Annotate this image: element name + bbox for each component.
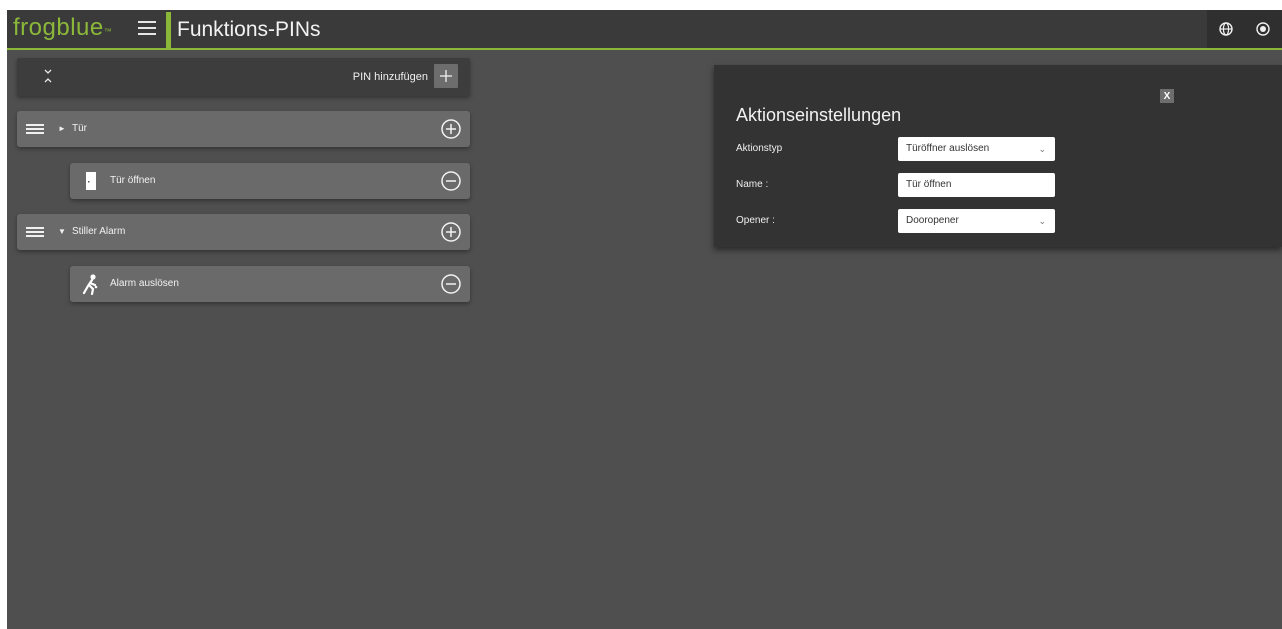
action-item-tuer-oeffnen[interactable]: Tür öffnen: [70, 163, 470, 199]
collapse-caret-icon[interactable]: ▼: [58, 227, 66, 236]
action-label: Alarm auslösen: [110, 278, 179, 289]
header-bar: frogblue™ Funktions-PINs: [7, 10, 1282, 50]
opener-value: Dooropener: [906, 215, 959, 226]
title-accent-bar: [166, 12, 171, 48]
aktionstyp-select[interactable]: Türöffner auslösen ⌄: [898, 137, 1055, 161]
logo: frogblue™: [13, 14, 112, 42]
circle-plus-icon[interactable]: [440, 118, 462, 140]
drag-handle-icon[interactable]: [26, 227, 44, 237]
add-pin-label: PIN hinzufügen: [352, 71, 428, 83]
chevron-down-icon: ⌄: [1038, 144, 1046, 154]
alarm-person-icon: [80, 273, 102, 296]
field-label-opener: Opener :: [736, 215, 775, 226]
globe-icon[interactable]: [1217, 20, 1235, 38]
menu-icon[interactable]: [138, 21, 156, 37]
name-value: Tür öffnen: [906, 179, 952, 190]
field-label-aktionstyp: Aktionstyp: [736, 143, 783, 154]
pin-group-tuer[interactable]: ► Tür: [17, 111, 470, 147]
logo-text: frogblue: [13, 14, 104, 41]
circle-plus-icon[interactable]: [440, 221, 462, 243]
pin-group-label: Stiller Alarm: [72, 226, 126, 237]
settings-title: Aktionseinstellungen: [736, 105, 902, 125]
action-label: Tür öffnen: [110, 175, 156, 186]
circle-minus-icon[interactable]: [440, 273, 462, 295]
action-item-alarm-ausloesen[interactable]: Alarm auslösen: [70, 266, 470, 302]
header-actions: [1207, 10, 1282, 48]
name-input[interactable]: Tür öffnen: [898, 173, 1055, 197]
door-icon: [85, 171, 97, 191]
add-pin-button[interactable]: [434, 64, 458, 88]
logo-trademark: ™: [103, 27, 113, 36]
drag-handle-icon[interactable]: [26, 124, 44, 134]
opener-select[interactable]: Dooropener ⌄: [898, 209, 1055, 233]
field-label-name: Name :: [736, 179, 769, 190]
radio-icon[interactable]: [1254, 20, 1272, 38]
collapse-all-icon[interactable]: [41, 65, 55, 87]
action-settings-panel: X Aktionseinstellungen Aktionstyp Türöff…: [714, 65, 1282, 247]
page-title: Funktions-PINs: [177, 18, 321, 41]
chevron-down-icon: ⌄: [1038, 216, 1046, 226]
expand-caret-icon[interactable]: ►: [58, 124, 66, 133]
close-button[interactable]: X: [1160, 89, 1174, 103]
circle-minus-icon[interactable]: [440, 170, 462, 192]
pin-group-stiller-alarm[interactable]: ▼ Stiller Alarm: [17, 214, 470, 250]
pin-toolbar: PIN hinzufügen: [17, 58, 470, 96]
pin-group-label: Tür: [72, 123, 87, 134]
aktionstyp-value: Türöffner auslösen: [906, 143, 990, 154]
plus-icon: [440, 70, 452, 82]
app-window: frogblue™ Funktions-PINs PIN hinzufügen …: [7, 10, 1282, 629]
